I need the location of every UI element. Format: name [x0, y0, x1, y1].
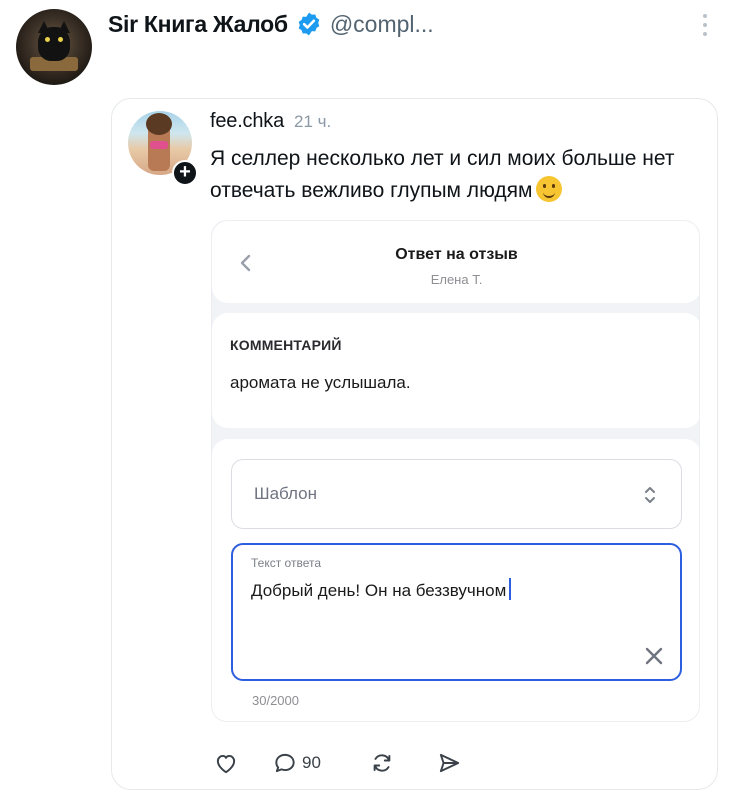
- quoted-post-text: Я селлер несколько лет и сил моих больше…: [210, 143, 705, 207]
- template-select-value: Шаблон: [254, 484, 317, 503]
- author-handle[interactable]: @compl...: [330, 11, 434, 38]
- answer-value: Добрый день! Он на беззвучном: [251, 581, 507, 600]
- more-options-icon[interactable]: [695, 12, 715, 38]
- author-name[interactable]: Sir Книга Жалоб: [108, 11, 288, 38]
- reply-button[interactable]: 90: [272, 749, 321, 777]
- like-button[interactable]: [213, 749, 239, 777]
- char-counter: 30/2000: [252, 693, 299, 708]
- share-button[interactable]: [436, 749, 462, 777]
- select-arrows-icon: [645, 487, 655, 503]
- answer-value-wrap: Добрый день! Он на беззвучном: [251, 578, 512, 601]
- heart-icon: [216, 754, 236, 774]
- quoted-author-name[interactable]: fee.chka: [210, 110, 284, 133]
- comment-card: КОММЕНТАРИЙ аромата не услышала.: [212, 313, 699, 428]
- review-reply-title: Ответ на отзыв: [395, 246, 518, 263]
- quoted-post-time: 21 ч.: [294, 112, 332, 131]
- author-avatar[interactable]: [16, 9, 92, 85]
- quoted-author-row: fee.chka 21 ч.: [210, 110, 331, 133]
- review-author: Елена Т.: [430, 272, 483, 287]
- follow-plus-icon[interactable]: +: [172, 160, 198, 186]
- review-reply-header: Ответ на отзыв Елена Т.: [212, 221, 699, 303]
- comment-label: КОММЕНТАРИЙ: [230, 337, 342, 353]
- embedded-screenshot[interactable]: Ответ на отзыв Елена Т. КОММЕНТАРИЙ аром…: [211, 220, 700, 722]
- answer-textarea[interactable]: Текст ответа Добрый день! Он на беззвучн…: [231, 543, 682, 681]
- answer-label: Текст ответа: [251, 556, 322, 570]
- melting-face-emoji-icon: [536, 176, 563, 202]
- author-row: Sir Книга Жалоб @compl...: [108, 10, 434, 38]
- comment-icon: [275, 753, 295, 773]
- comment-text: аромата не услышала.: [230, 373, 411, 392]
- clear-icon[interactable]: [643, 645, 665, 667]
- text-caret: [509, 578, 512, 600]
- send-icon: [439, 753, 460, 773]
- reply-form: Шаблон Текст ответа Добрый день! Он на б…: [212, 439, 699, 721]
- reply-count: 90: [302, 753, 321, 772]
- repost-icon: [373, 754, 391, 772]
- verified-badge-icon: [298, 12, 320, 36]
- template-select[interactable]: Шаблон: [231, 459, 682, 529]
- quoted-post-text-content: Я селлер несколько лет и сил моих больше…: [210, 147, 675, 202]
- repost-button[interactable]: [369, 749, 395, 777]
